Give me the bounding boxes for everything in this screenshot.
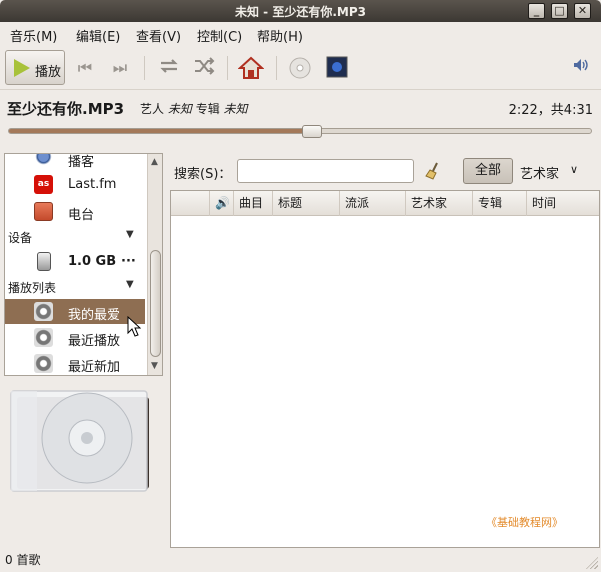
song-title: 至少还有你.MP3	[7, 100, 125, 118]
repeat-icon[interactable]	[156, 56, 182, 80]
previous-icon[interactable]: ⏮	[72, 56, 98, 80]
scroll-down-icon[interactable]: ▼	[151, 361, 158, 371]
artist-prefix: 艺人	[140, 102, 165, 116]
close-button[interactable]: ✕	[574, 3, 591, 19]
main-content: 搜索(S)： 全部 艺术家 ∨ 🔊 曲目 标题 流派 艺术家 专辑 时间 《基础…	[166, 150, 600, 548]
smart-playlist-icon	[34, 302, 53, 321]
maximize-button[interactable]: □	[551, 3, 568, 19]
radio-icon	[34, 202, 53, 221]
toolbar: 播放 ⏮ ⏭	[0, 46, 601, 90]
sidebar-item-recently-played[interactable]: 最近播放	[5, 325, 145, 350]
search-input[interactable]	[237, 159, 414, 183]
portable-player-icon	[37, 252, 51, 271]
volume-icon[interactable]	[568, 56, 594, 80]
visualization-icon[interactable]	[324, 56, 350, 80]
devices-header-label: 设备	[8, 231, 33, 245]
window-titlebar[interactable]: 未知 - 至少还有你.MP3 _ □ ✕	[0, 0, 601, 22]
toolbar-separator	[276, 56, 277, 80]
clear-search-icon[interactable]	[424, 162, 442, 180]
sidebar-item-recently-added[interactable]: 最近新加	[5, 351, 145, 375]
lastfm-icon: as	[34, 175, 53, 194]
sidebar-item-device[interactable]: 1.0 GB ···	[5, 249, 145, 274]
smart-playlist-icon	[34, 354, 53, 373]
search-label: 搜索(S)：	[174, 167, 232, 182]
column-header-artist[interactable]: 艺术家	[405, 191, 472, 216]
column-header-title[interactable]: 标题	[272, 191, 339, 216]
playlists-header-label: 播放列表	[8, 281, 57, 295]
sidebar-item-label: 最近播放	[68, 334, 121, 349]
now-playing: 至少还有你.MP3 艺人 未知 专辑 未知 2:22，共4:31	[0, 90, 601, 148]
sidebar-item-favorites[interactable]: 我的最爱	[5, 299, 145, 324]
column-header-time[interactable]: 时间	[526, 191, 599, 216]
track-list-header: 🔊 曲目 标题 流派 艺术家 专辑 时间	[171, 191, 599, 216]
sidebar: 播客 as Last.fm 电台 设备 ▼ 1.0 GB ··· 播放列表 ▼ …	[4, 153, 163, 376]
toolbar-separator	[227, 56, 228, 80]
column-header-genre[interactable]: 流派	[339, 191, 405, 216]
play-button-label: 播放	[35, 65, 62, 80]
chevron-down-icon[interactable]: ▼	[126, 279, 134, 290]
watermark: 《基础教程网》	[486, 516, 563, 529]
cd-icon[interactable]	[287, 56, 313, 80]
seek-progress	[9, 129, 312, 133]
sidebar-item-podcasts[interactable]: 播客	[5, 154, 145, 171]
sidebar-item-label: 电台	[68, 208, 95, 223]
seek-slider[interactable]	[8, 125, 592, 138]
minimize-button[interactable]: _	[528, 3, 545, 19]
track-list[interactable]: 🔊 曲目 标题 流派 艺术家 专辑 时间 《基础教程网》	[170, 190, 600, 548]
next-icon[interactable]: ⏭	[107, 56, 133, 80]
sidebar-item-label: 最近新加	[68, 360, 121, 375]
play-button[interactable]: 播放	[5, 50, 65, 85]
shuffle-icon[interactable]	[191, 56, 217, 80]
sidebar-item-label: Last.fm	[68, 177, 117, 192]
column-header-track[interactable]: 曲目	[233, 191, 272, 216]
scroll-up-icon[interactable]: ▲	[151, 157, 158, 167]
status-text: 0 首歌	[5, 553, 41, 567]
sidebar-item-label: 播客	[68, 155, 95, 170]
podcast-icon	[34, 154, 53, 168]
window-title: 未知 - 至少还有你.MP3	[235, 5, 366, 19]
menu-view[interactable]: 查看(V)	[136, 26, 181, 45]
sidebar-devices-header[interactable]: 设备 ▼	[5, 226, 145, 248]
sidebar-item-label: 1.0 GB	[68, 254, 117, 269]
resize-grip[interactable]	[586, 557, 598, 569]
chevron-down-icon[interactable]: ∨	[570, 163, 578, 176]
artist-filter[interactable]: 艺术家	[520, 163, 559, 182]
sidebar-scrollbar[interactable]: ▲ ▼	[147, 154, 162, 375]
device-more-dots[interactable]: ···	[121, 254, 136, 269]
menu-help[interactable]: 帮助(H)	[257, 26, 303, 45]
scrollbar-thumb[interactable]	[150, 250, 161, 357]
column-header-album[interactable]: 专辑	[472, 191, 526, 216]
column-header-playing[interactable]	[171, 191, 209, 216]
home-icon[interactable]	[237, 56, 265, 80]
menu-control[interactable]: 控制(C)	[197, 26, 242, 45]
play-icon	[14, 59, 30, 77]
song-time: 2:22，共4:31	[508, 103, 593, 118]
menubar: 音乐(M) 编辑(E) 查看(V) 控制(C) 帮助(H)	[0, 22, 601, 46]
sidebar-playlists-header[interactable]: 播放列表 ▼	[5, 276, 145, 298]
cd-case-icon	[10, 390, 149, 492]
mouse-cursor-icon	[127, 316, 141, 337]
song-artist: 未知	[167, 102, 192, 116]
sidebar-item-label: 我的最爱	[68, 308, 121, 323]
chevron-down-icon[interactable]: ▼	[126, 229, 134, 240]
statusbar: 0 首歌	[0, 548, 601, 572]
menu-edit[interactable]: 编辑(E)	[76, 26, 120, 45]
all-button[interactable]: 全部	[463, 158, 513, 184]
album-art	[7, 383, 157, 498]
menu-music[interactable]: 音乐(M)	[10, 26, 57, 45]
sidebar-item-lastfm[interactable]: as Last.fm	[5, 172, 145, 197]
sidebar-item-radio[interactable]: 电台	[5, 199, 145, 224]
seek-handle[interactable]	[301, 125, 322, 138]
toolbar-separator	[144, 56, 145, 80]
album-prefix: 专辑	[195, 102, 220, 116]
song-meta: 艺人 未知 专辑 未知	[140, 100, 248, 117]
smart-playlist-icon	[34, 328, 53, 347]
speaker-icon[interactable]: 🔊	[209, 191, 233, 216]
song-album: 未知	[223, 102, 248, 116]
